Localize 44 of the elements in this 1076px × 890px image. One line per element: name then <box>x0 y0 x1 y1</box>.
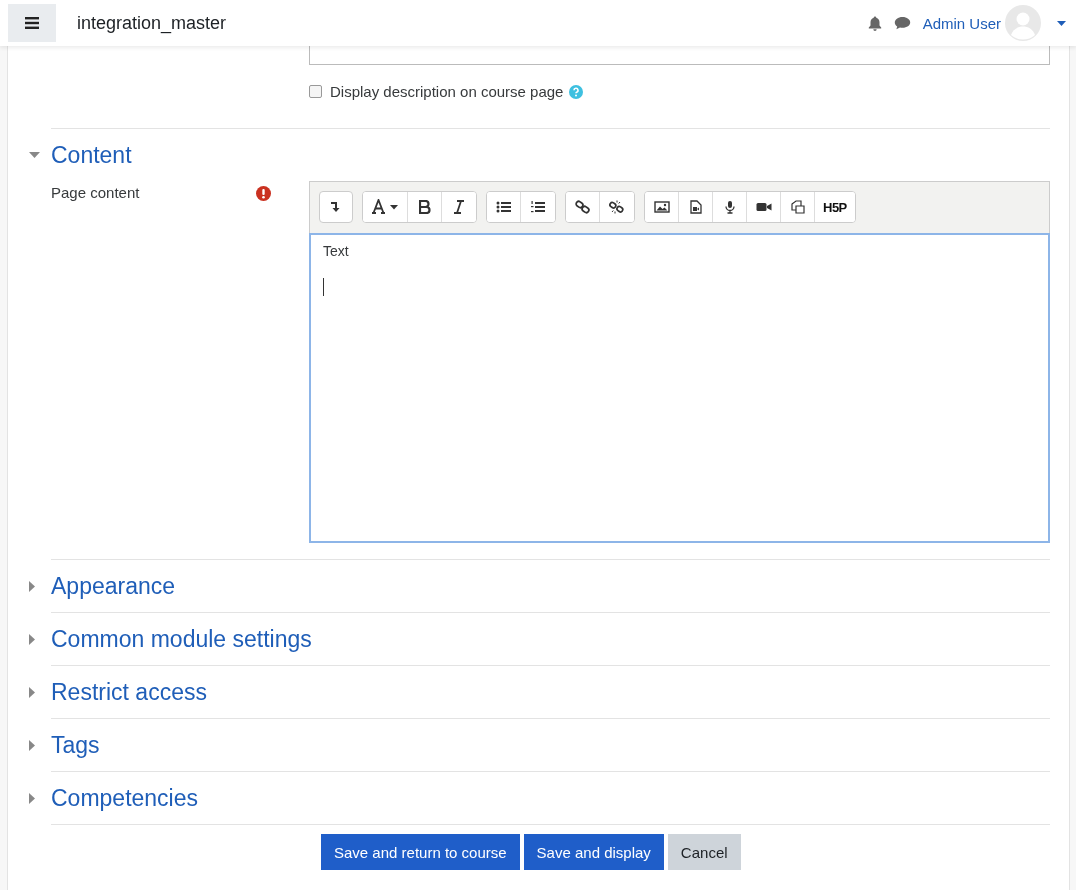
font-icon <box>371 199 399 215</box>
chat-bubble-icon[interactable] <box>893 16 911 30</box>
submit-button[interactable]: Save and return to course <box>321 834 520 870</box>
italic-icon <box>454 200 464 214</box>
menu-button[interactable] <box>8 4 56 42</box>
site-name[interactable]: integration_master <box>77 12 227 34</box>
copy-icon <box>789 200 806 214</box>
user-name[interactable]: Admin User <box>922 14 1001 32</box>
section-heading[interactable]: Content <box>51 141 132 169</box>
caret-icon[interactable] <box>29 152 40 158</box>
bulleted-list-button[interactable] <box>487 192 521 222</box>
text-editor-field[interactable]: Text <box>309 233 1050 543</box>
checkbox[interactable] <box>309 85 322 98</box>
caret-icon[interactable] <box>29 633 35 645</box>
video-camera-icon <box>755 200 772 214</box>
toolbar-toggle-button[interactable] <box>319 191 353 223</box>
section-heading[interactable]: Common module settings <box>51 625 312 653</box>
caret-icon[interactable] <box>29 792 35 804</box>
numbered-list-icon <box>530 200 546 214</box>
link-icon <box>574 200 591 214</box>
section-heading[interactable]: Appearance <box>51 572 176 600</box>
caret-icon[interactable] <box>29 580 35 592</box>
notification-bell-icon[interactable] <box>867 15 882 31</box>
text-cursor <box>323 278 324 296</box>
caret-icon[interactable] <box>29 739 35 751</box>
section-heading[interactable]: Tags <box>51 731 100 759</box>
bold-icon <box>418 200 431 214</box>
editor-text: Text <box>323 243 350 259</box>
cancel-button[interactable]: Cancel <box>667 834 741 870</box>
font-style-button[interactable] <box>363 192 408 222</box>
bulleted-list-icon <box>495 200 512 214</box>
image-icon <box>653 200 670 214</box>
checkbox-label[interactable]: Display description on course page <box>330 83 564 100</box>
section-heading[interactable]: Restrict access <box>51 678 207 706</box>
section-heading[interactable]: Competencies <box>51 784 199 812</box>
caret-icon[interactable] <box>29 686 35 698</box>
broken-link-icon <box>609 200 625 214</box>
field-label: Page content <box>51 184 140 201</box>
link-button[interactable] <box>566 192 600 222</box>
submit-button[interactable]: Save and display <box>523 834 664 870</box>
menu-icon <box>25 17 39 29</box>
file-icon <box>687 200 704 214</box>
caret-icon[interactable] <box>1057 20 1066 26</box>
image-button[interactable] <box>645 192 679 222</box>
